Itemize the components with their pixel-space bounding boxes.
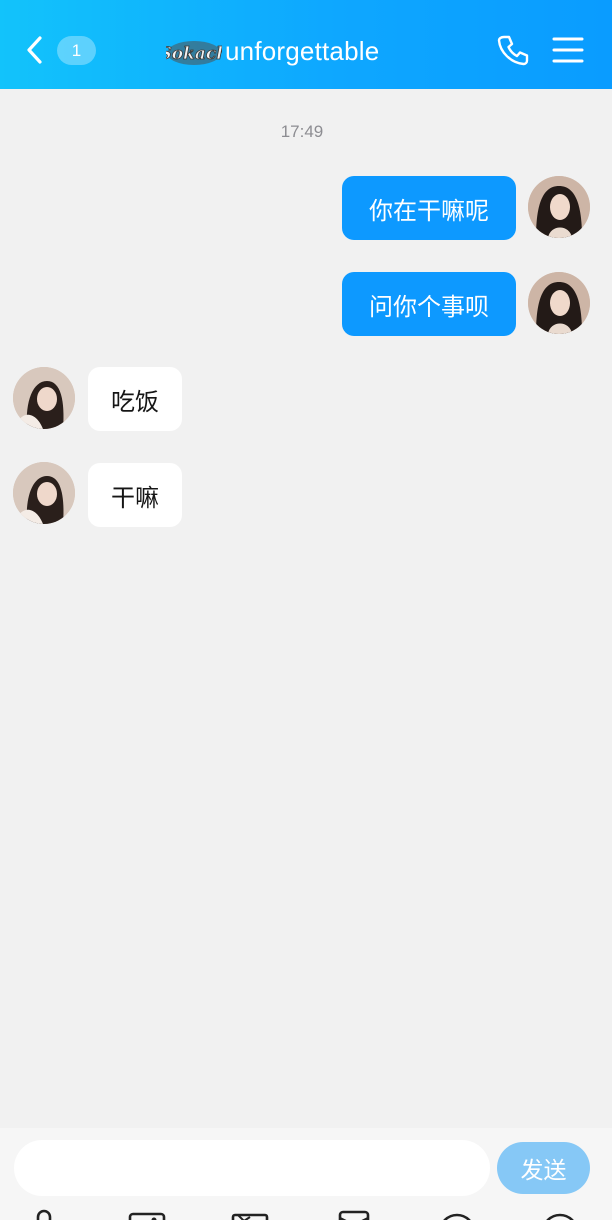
message-timestamp: 17:49 (280, 122, 324, 141)
message-composer: 发送 (0, 1128, 612, 1220)
chat-header: 1 Sokach unforgettable (0, 0, 612, 89)
my-avatar[interactable] (528, 272, 590, 334)
message-bubble-outgoing[interactable]: 你在干嘛呢 (342, 176, 516, 240)
message-bubble-outgoing[interactable]: 问你个事呗 (342, 272, 516, 336)
message-bubble-incoming[interactable]: 干嘛 (88, 463, 182, 527)
microphone-icon[interactable] (24, 1208, 64, 1220)
image-icon[interactable] (127, 1208, 167, 1220)
plus-icon[interactable] (540, 1208, 580, 1220)
red-packet-icon[interactable] (334, 1208, 374, 1220)
menu-button[interactable] (551, 34, 585, 66)
contact-avatar[interactable] (13, 462, 75, 524)
message-input[interactable] (14, 1140, 490, 1196)
back-button[interactable] (20, 30, 50, 70)
phone-icon (497, 35, 529, 66)
camera-icon[interactable] (230, 1208, 270, 1220)
contact-name: unforgettable (225, 35, 380, 66)
contact-avatar[interactable] (13, 367, 75, 429)
logo-text: Sokach (166, 44, 222, 64)
chat-title[interactable]: Sokach unforgettable (166, 31, 379, 71)
unread-badge[interactable]: 1 (57, 36, 96, 65)
my-avatar[interactable] (528, 176, 590, 238)
call-button[interactable] (496, 33, 530, 67)
emoji-icon[interactable] (437, 1208, 477, 1220)
send-button[interactable]: 发送 (497, 1142, 590, 1194)
sokach-logo: Sokach (166, 34, 222, 68)
message-bubble-incoming[interactable]: 吃饭 (88, 367, 182, 431)
menu-icon (552, 37, 584, 63)
chevron-left-icon (27, 36, 42, 64)
